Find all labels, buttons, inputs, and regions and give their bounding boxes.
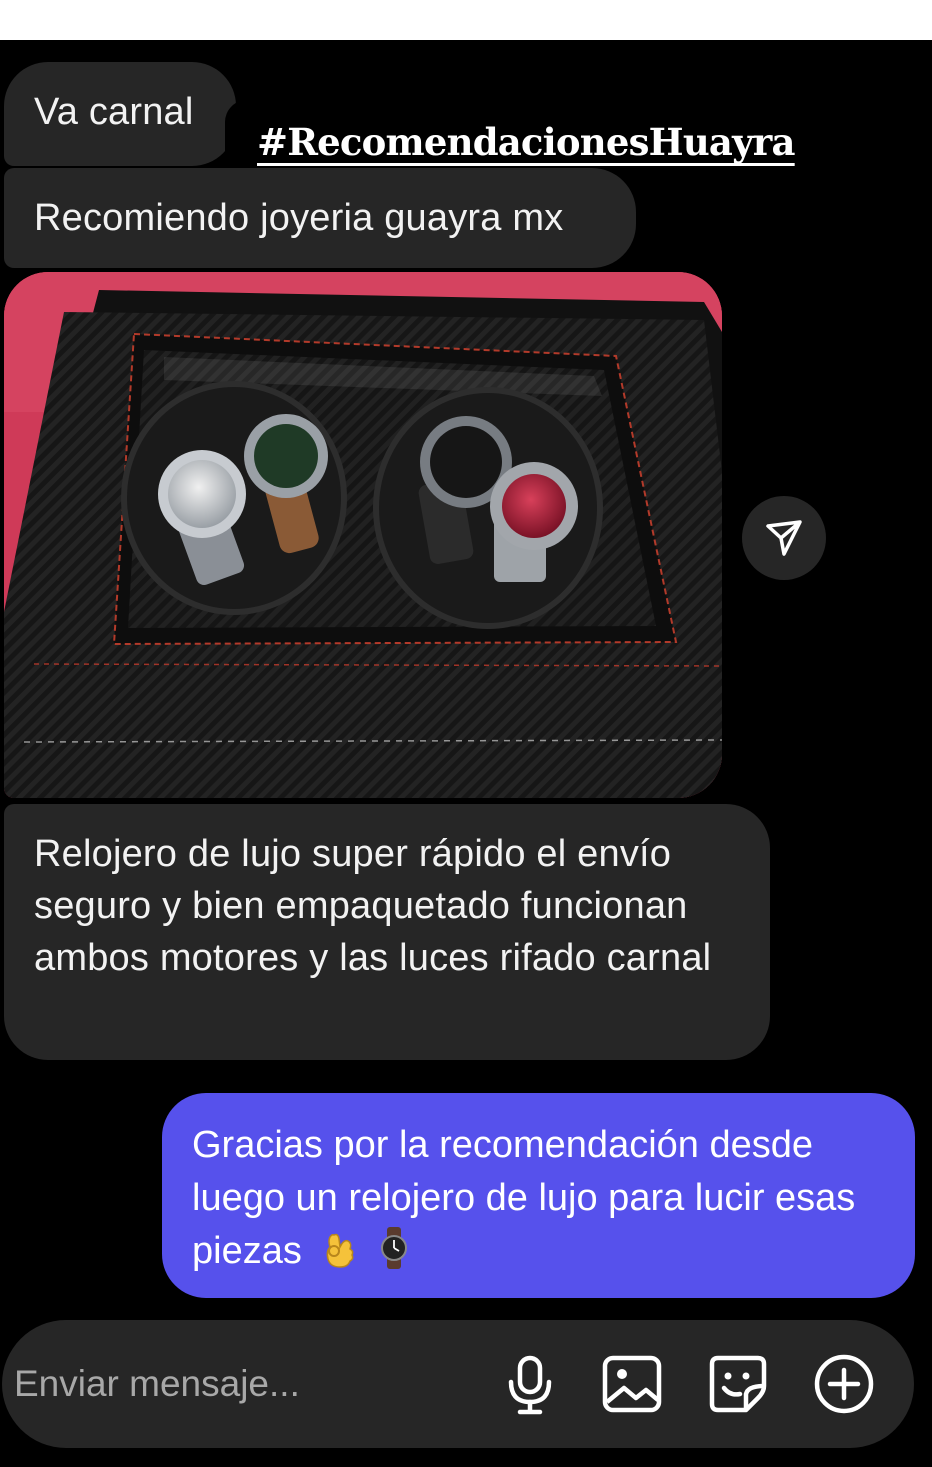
ok-hand-emoji — [327, 1233, 354, 1268]
top-strip — [0, 0, 932, 40]
watch-emoji — [380, 1227, 407, 1269]
send-icon — [766, 520, 802, 556]
microphone-icon[interactable] — [498, 1352, 562, 1416]
message-text: Relojero de lujo super rápido el envío s… — [34, 833, 712, 979]
message-composer — [2, 1320, 914, 1448]
incoming-message-bubble[interactable]: Recomiendo joyeria guayra mx — [4, 168, 636, 268]
shared-photo[interactable] — [4, 272, 722, 798]
sticker-icon[interactable] — [706, 1352, 770, 1416]
hashtag-text: #RecomendacionesHuayra — [257, 120, 795, 164]
gallery-icon[interactable] — [600, 1352, 664, 1416]
share-button[interactable] — [742, 496, 826, 580]
message-text: Gracias por la recomendación desde luego… — [192, 1124, 856, 1272]
message-input[interactable] — [14, 1354, 484, 1414]
incoming-message-bubble[interactable]: Va carnal — [4, 62, 236, 166]
incoming-message-bubble[interactable]: Relojero de lujo super rápido el envío s… — [4, 804, 770, 1060]
watch-winder-photo — [4, 272, 722, 798]
outgoing-message-bubble[interactable]: Gracias por la recomendación desde luego… — [162, 1093, 915, 1298]
add-icon[interactable] — [812, 1352, 876, 1416]
chat-screen: Va carnal #RecomendacionesHuayra Recomie… — [0, 0, 932, 1467]
message-text: Recomiendo joyeria guayra mx — [34, 197, 564, 239]
message-text: Va carnal — [34, 91, 194, 133]
